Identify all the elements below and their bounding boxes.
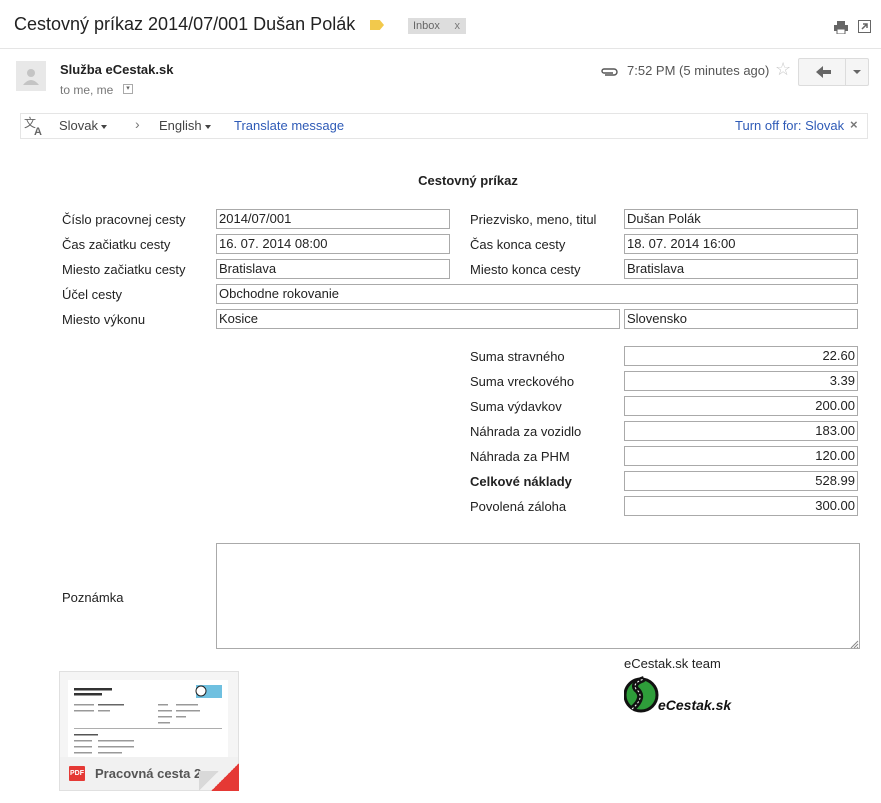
vehicle-compensation-label: Náhrada za vozidlo [470, 424, 582, 439]
sum-meal-field: 22.60 [624, 346, 858, 366]
advance-label: Povolená záloha [470, 499, 567, 514]
sender-name[interactable]: Služba eCestak.sk [60, 62, 173, 77]
svg-text:A: A [34, 126, 42, 136]
attachment-corner-decoration [211, 763, 239, 791]
target-language-select[interactable]: English [159, 118, 211, 133]
sum-pocket-label: Suma vreckového [470, 374, 575, 389]
sum-expenses-label: Suma výdavkov [470, 399, 562, 414]
vehicle-compensation-field: 183.00 [624, 421, 858, 441]
reply-button[interactable] [798, 58, 846, 86]
end-time-field: 18. 07. 2014 16:00 [624, 234, 858, 254]
recipients: to me, me [60, 83, 114, 97]
translate-message-link[interactable]: Translate message [234, 118, 344, 133]
fuel-compensation-field: 120.00 [624, 446, 858, 466]
label-icon[interactable] [370, 20, 384, 30]
name-field: Dušan Polák [624, 209, 858, 229]
recipients-dropdown-icon[interactable]: ▾ [123, 84, 133, 94]
sum-expenses-field: 200.00 [624, 396, 858, 416]
source-language-select[interactable]: Slovak [59, 118, 108, 133]
place-country-field: Slovensko [624, 309, 858, 329]
note-textarea[interactable] [216, 543, 860, 649]
source-language-label: Slovak [59, 118, 99, 133]
sum-pocket-field: 3.39 [624, 371, 858, 391]
start-time-label: Čas začiatku cesty [62, 237, 171, 252]
reply-icon [816, 66, 831, 78]
purpose-label: Účel cesty [62, 287, 122, 302]
header-divider [0, 48, 881, 49]
attachment-clip-icon [600, 65, 618, 80]
fuel-compensation-label: Náhrada za PHM [470, 449, 570, 464]
turn-off-translation-link[interactable]: Turn off for: Slovak [735, 118, 844, 133]
source-caret-icon [101, 124, 108, 129]
end-place-field: Bratislava [624, 259, 858, 279]
star-icon[interactable]: ☆ [775, 59, 791, 80]
arrow-icon: › [135, 116, 140, 132]
total-costs-label: Celkové náklady [470, 474, 572, 489]
ecestak-logo: eCestak.sk [623, 675, 736, 720]
name-label: Priezvisko, meno, titul [470, 212, 597, 227]
trip-number-field: 2014/07/001 [216, 209, 450, 229]
new-window-icon[interactable] [858, 20, 871, 36]
end-time-label: Čas konca cesty [470, 237, 566, 252]
sum-meal-label: Suma stravného [470, 349, 565, 364]
translate-icon: 文 A [24, 115, 46, 139]
place-label: Miesto výkonu [62, 312, 146, 327]
inbox-label-chip[interactable]: Inbox x [408, 18, 466, 34]
avatar[interactable] [16, 61, 46, 91]
pdf-icon: PDF [69, 766, 85, 781]
trip-number-label: Číslo pracovnej cesty [62, 212, 186, 227]
team-signature: eCestak.sk team [624, 656, 721, 671]
email-subject: Cestovný príkaz 2014/07/001 Dušan Polák [14, 14, 356, 34]
advance-field: 300.00 [624, 496, 858, 516]
close-icon[interactable]: × [850, 117, 858, 132]
purpose-field: Obchodne rokovanie [216, 284, 858, 304]
target-caret-icon [204, 124, 211, 129]
resize-handle-icon[interactable] [849, 637, 859, 652]
start-place-field: Bratislava [216, 259, 450, 279]
total-costs-field: 528.99 [624, 471, 858, 491]
attachment-name[interactable]: Pracovná cesta 2... [95, 766, 212, 781]
start-time-field: 16. 07. 2014 08:00 [216, 234, 450, 254]
email-time: 7:52 PM (5 minutes ago) [627, 63, 770, 78]
logo-text: eCestak.sk [658, 697, 732, 713]
inbox-label-text: Inbox [413, 20, 440, 32]
target-language-label: English [159, 118, 202, 133]
place-city-field: Kosice [216, 309, 620, 329]
end-place-label: Miesto konca cesty [470, 262, 581, 277]
print-icon[interactable] [834, 21, 848, 37]
note-label: Poznámka [62, 590, 124, 605]
remove-label-button[interactable]: x [455, 18, 461, 34]
document-title: Cestovný príkaz [418, 173, 518, 188]
more-caret-icon [853, 70, 861, 74]
start-place-label: Miesto začiatku cesty [62, 262, 186, 277]
more-button[interactable] [845, 58, 869, 86]
